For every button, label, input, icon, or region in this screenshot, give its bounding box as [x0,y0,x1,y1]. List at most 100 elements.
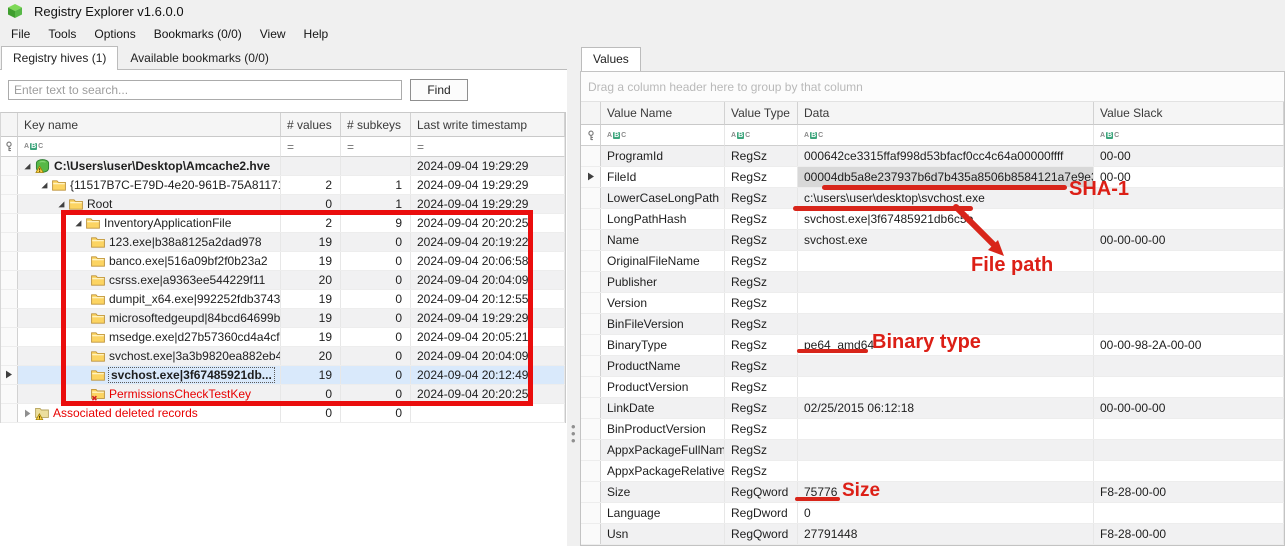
tree-cell-timestamp: 2024-09-04 20:19:22 [411,233,565,251]
tree-filter-timestamp[interactable]: = [411,137,565,157]
value-row[interactable]: OriginalFileNameRegSz [581,251,1284,272]
search-input[interactable] [8,80,402,100]
selected-row-arrow-icon [587,170,595,184]
tree-row[interactable]: microsoftedgeupd|84bcd64699b1...1902024-… [1,309,565,328]
values-filter-type[interactable]: ABC [725,125,798,146]
tree-row[interactable]: Root012024-09-04 19:29:29 [1,195,565,214]
value-row[interactable]: NameRegSzsvchost.exe00-00-00-00 [581,230,1284,251]
values-filter-slack[interactable]: ABC [1094,125,1284,146]
tree-row[interactable]: 123.exe|b38a8125a2dad9781902024-09-04 20… [1,233,565,252]
value-row[interactable]: BinaryTypeRegSzpe64_amd6400-00-98-2A-00-… [581,335,1284,356]
tree-cell-values: 2 [281,214,341,232]
tree-row[interactable]: C:\Users\user\Desktop\Amcache2.hve2024-0… [1,157,565,176]
panel-splitter[interactable]: ••• [567,45,580,546]
tree-expander-open-icon[interactable] [74,219,86,228]
value-cell-type: RegSz [725,209,798,229]
menu-item-bookmarks[interactable]: Bookmarks (0/0) [145,24,251,44]
tree-column-subkeys[interactable]: # subkeys [341,113,411,137]
menu-item-tools[interactable]: Tools [39,24,85,44]
value-cell-slack [1094,272,1284,292]
value-row[interactable]: PublisherRegSz [581,272,1284,293]
value-row[interactable]: BinFileVersionRegSz [581,314,1284,335]
menu-item-options[interactable]: Options [85,24,144,44]
values-column-data[interactable]: Data [798,102,1094,125]
value-row[interactable]: ProductVersionRegSz [581,377,1284,398]
value-row[interactable]: VersionRegSz [581,293,1284,314]
tree-row[interactable]: PermissionsCheckTestKey002024-09-04 20:2… [1,385,565,404]
value-row[interactable]: LanguageRegDword0 [581,503,1284,524]
tree-row[interactable]: csrss.exe|a9363ee544229f112002024-09-04 … [1,271,565,290]
value-cell-data: 000642ce3315ffaf998d53bfacf0cc4c64a00000… [798,146,1094,166]
tree-row[interactable]: banco.exe|516a09bf2f0b23a21902024-09-04 … [1,252,565,271]
tree-expander-open-icon[interactable] [57,200,69,209]
folder-icon [52,179,66,191]
tree-column-values[interactable]: # values [281,113,341,137]
menu-item-view[interactable]: View [251,24,295,44]
values-filter-data[interactable]: ABC [798,125,1094,146]
tree-row[interactable]: svchost.exe|3a3b9820ea882eb42002024-09-0… [1,347,565,366]
value-row[interactable]: UsnRegQword27791448F8-28-00-00 [581,524,1284,545]
tree-cell-subkeys: 0 [341,328,411,346]
value-row[interactable]: LongPathHashRegSzsvchost.exe|3f67485921d… [581,209,1284,230]
value-row[interactable]: AppxPackageRelativeIdRegSz [581,461,1284,482]
tree-column-timestamp[interactable]: Last write timestamp [411,113,565,137]
tree-row[interactable]: {11517B7C-E79D-4e20-961B-75A811715...212… [1,176,565,195]
group-by-bar[interactable]: Drag a column header here to group by th… [581,72,1284,102]
tree-row-indicator [1,214,18,232]
value-row[interactable]: SizeRegQword75776F8-28-00-00 [581,482,1284,503]
value-cell-slack: 00-00 [1094,146,1284,166]
tree-row[interactable]: InventoryApplicationFile292024-09-04 20:… [1,214,565,233]
tree-key-label: microsoftedgeupd|84bcd64699b1... [109,311,281,325]
values-column-name[interactable]: Value Name [601,102,725,125]
tab-available-bookmarks[interactable]: Available bookmarks (0/0) [118,46,281,69]
find-button[interactable]: Find [410,79,468,101]
value-row[interactable]: AppxPackageFullNameRegSz [581,440,1284,461]
values-column-slack[interactable]: Value Slack [1094,102,1284,125]
value-row[interactable]: ProductNameRegSz [581,356,1284,377]
tree-filter-values[interactable]: = [281,137,341,157]
value-cell-slack [1094,209,1284,229]
value-row[interactable]: LowerCaseLongPathRegSzc:\users\user\desk… [581,188,1284,209]
tab-values[interactable]: Values [581,47,641,71]
value-cell-data: pe64_amd64 [798,335,1094,355]
menu-item-help[interactable]: Help [295,24,338,44]
tree-cell-values [281,157,341,175]
tree-header-row: Key name # values # subkeys Last write t… [1,113,565,137]
tree-row[interactable]: Associated deleted records00 [1,404,565,423]
value-row[interactable]: FileIdRegSz00004db5a8e237937b6d7b435a850… [581,167,1284,188]
tree-cell-keyname: PermissionsCheckTestKey [18,385,281,403]
value-cell-name: Language [601,503,725,523]
menu-item-file[interactable]: File [2,24,39,44]
filter-key-icon [581,125,601,146]
value-row-indicator [581,482,601,502]
values-column-type[interactable]: Value Type [725,102,798,125]
tree-row[interactable]: svchost.exe|3f67485921db...1902024-09-04… [1,366,565,385]
value-cell-data: 0 [798,503,1094,523]
tree-cell-values: 19 [281,328,341,346]
value-cell-data: 75776 [798,482,1094,502]
value-row-indicator [581,209,601,229]
equals-filter-icon: = [347,140,354,154]
tree-filter-keyname[interactable]: ABC [18,137,281,157]
value-cell-slack [1094,293,1284,313]
values-filter-name[interactable]: ABC [601,125,725,146]
value-cell-name: Publisher [601,272,725,292]
tree-filter-subkeys[interactable]: = [341,137,411,157]
tree-row[interactable]: dumpit_x64.exe|992252fdb3743...1902024-0… [1,290,565,309]
text-filter-icon: ABC [24,143,43,150]
tree-expander-open-icon[interactable] [40,181,52,190]
tab-registry-hives[interactable]: Registry hives (1) [1,46,118,70]
value-row[interactable]: ProgramIdRegSz000642ce3315ffaf998d53bfac… [581,146,1284,167]
value-cell-slack: F8-28-00-00 [1094,482,1284,502]
tree-expander-open-icon[interactable] [23,162,35,171]
tree-cell-timestamp: 2024-09-04 20:20:25 [411,385,565,403]
tree-key-label: {11517B7C-E79D-4e20-961B-75A811715... [70,178,281,192]
tree-cell-timestamp [411,404,565,422]
tree-expander-closed-icon[interactable] [23,409,35,418]
value-row[interactable]: LinkDateRegSz02/25/2015 06:12:1800-00-00… [581,398,1284,419]
tree-row[interactable]: msedge.exe|d27b57360cd4a4cf1902024-09-04… [1,328,565,347]
tree-column-key-name[interactable]: Key name [18,113,281,137]
left-tab-strip: Registry hives (1)Available bookmarks (0… [0,45,567,70]
tree-cell-subkeys: 0 [341,366,411,384]
value-row[interactable]: BinProductVersionRegSz [581,419,1284,440]
